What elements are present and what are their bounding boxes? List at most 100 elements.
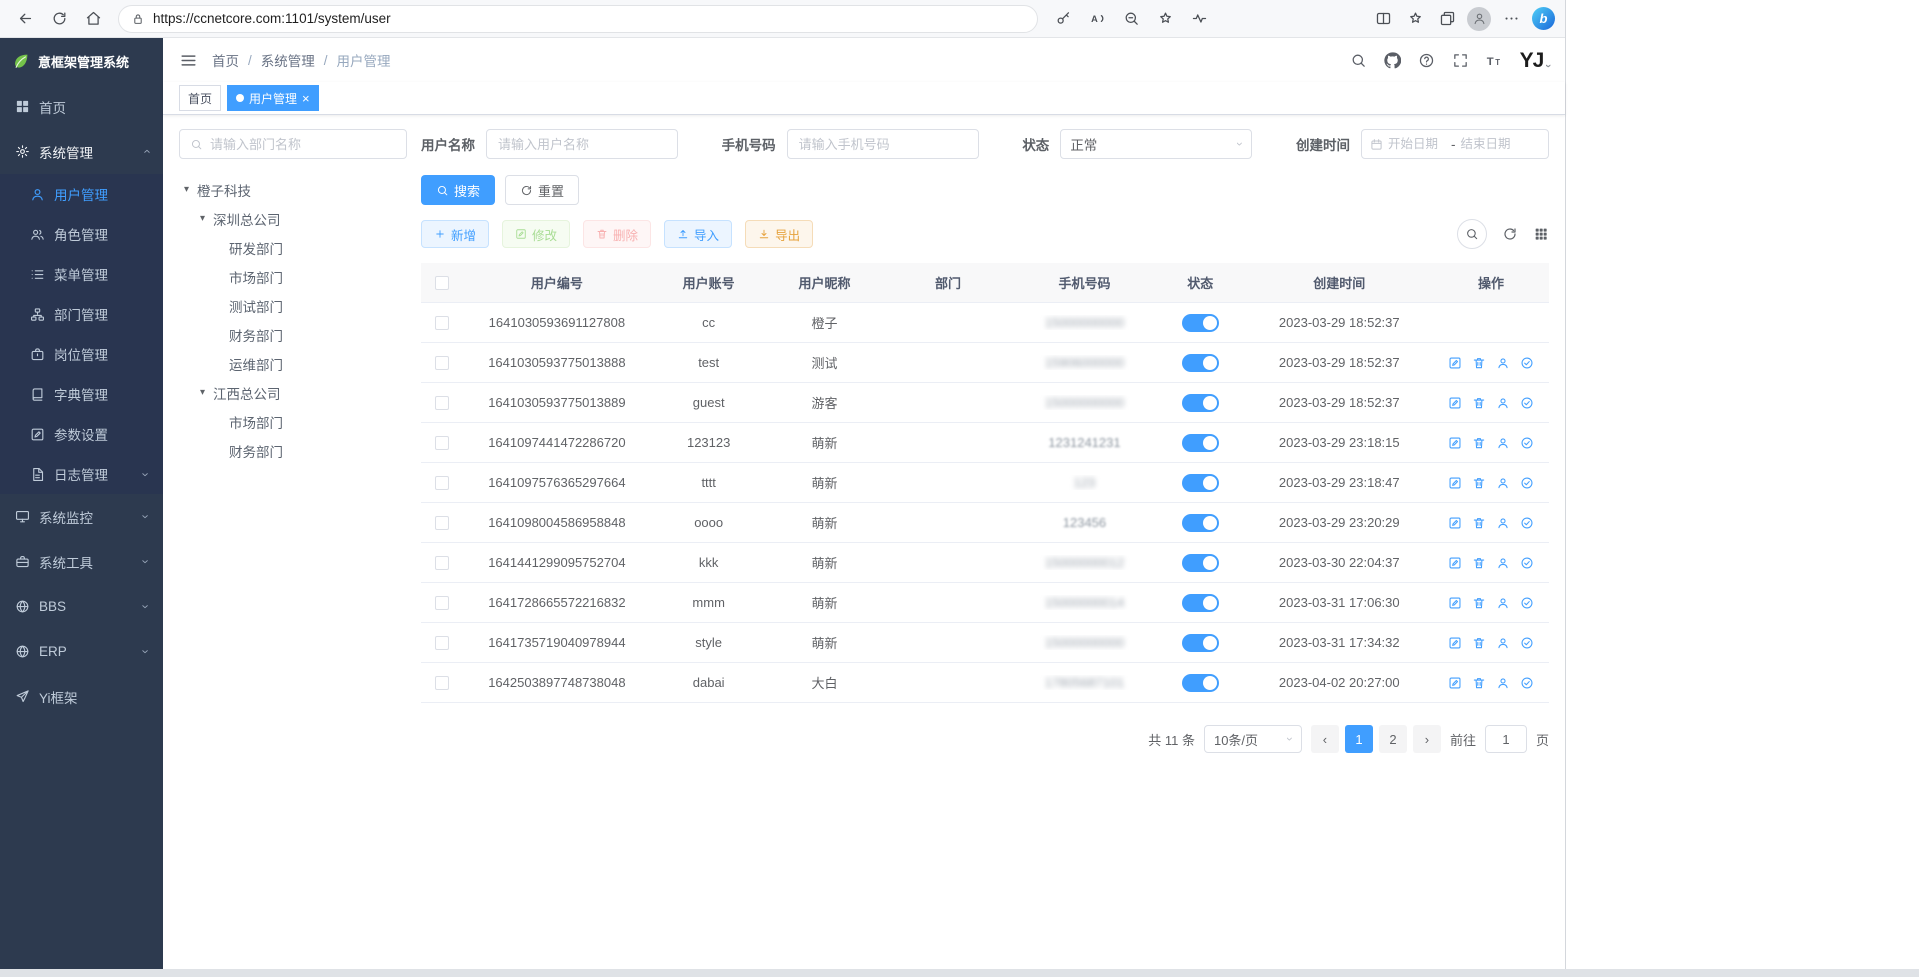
- row-assign-role-icon[interactable]: [1520, 356, 1534, 370]
- sidebar-item[interactable]: 部门管理: [0, 294, 163, 334]
- row-assign-role-icon[interactable]: [1520, 476, 1534, 490]
- font-size-icon[interactable]: TT: [1486, 52, 1503, 69]
- tree-node[interactable]: 市场部门: [179, 407, 407, 436]
- edit-button[interactable]: 修改: [502, 220, 570, 248]
- row-reset-password-icon[interactable]: [1496, 636, 1510, 650]
- row-checkbox[interactable]: [435, 676, 449, 690]
- row-reset-password-icon[interactable]: [1496, 356, 1510, 370]
- jump-page-input[interactable]: [1485, 725, 1527, 753]
- row-delete-icon[interactable]: [1472, 636, 1486, 650]
- sidebar-item[interactable]: 首页: [0, 84, 163, 129]
- sidebar-item[interactable]: 系统管理›: [0, 129, 163, 174]
- back-icon[interactable]: [10, 5, 40, 33]
- breadcrumb-home[interactable]: 首页: [212, 50, 239, 70]
- next-page-button[interactable]: ›: [1413, 725, 1441, 753]
- sidebar-item[interactable]: 日志管理›: [0, 454, 163, 494]
- read-aloud-icon[interactable]: A: [1082, 5, 1112, 33]
- tree-node[interactable]: ▾橙子科技: [179, 175, 407, 204]
- breadcrumb-system[interactable]: 系统管理: [261, 50, 315, 70]
- row-delete-icon[interactable]: [1472, 396, 1486, 410]
- home-icon[interactable]: [78, 5, 108, 33]
- row-checkbox[interactable]: [435, 316, 449, 330]
- delete-button[interactable]: 删除: [583, 220, 651, 248]
- table-refresh-icon[interactable]: [1502, 226, 1518, 242]
- end-date-input[interactable]: [1460, 137, 1518, 151]
- fullscreen-icon[interactable]: [1452, 52, 1469, 69]
- row-edit-icon[interactable]: [1448, 636, 1462, 650]
- tree-node[interactable]: ▾江西总公司: [179, 378, 407, 407]
- status-toggle[interactable]: [1182, 474, 1219, 492]
- table-search-icon[interactable]: [1457, 219, 1487, 249]
- row-checkbox[interactable]: [435, 556, 449, 570]
- row-assign-role-icon[interactable]: [1520, 676, 1534, 690]
- row-edit-icon[interactable]: [1448, 396, 1462, 410]
- sidebar-item[interactable]: 菜单管理: [0, 254, 163, 294]
- favorite-add-icon[interactable]: [1150, 5, 1180, 33]
- row-delete-icon[interactable]: [1472, 476, 1486, 490]
- row-reset-password-icon[interactable]: [1496, 436, 1510, 450]
- add-button[interactable]: 新增: [421, 220, 489, 248]
- collections-icon[interactable]: [1432, 5, 1462, 33]
- reload-icon[interactable]: [44, 5, 74, 33]
- username-input[interactable]: [486, 129, 678, 159]
- status-toggle[interactable]: [1182, 314, 1219, 332]
- row-checkbox[interactable]: [435, 396, 449, 410]
- collapse-sidebar-icon[interactable]: [179, 51, 198, 70]
- profile-avatar[interactable]: [1464, 5, 1494, 33]
- dept-search-input[interactable]: [210, 137, 396, 152]
- row-edit-icon[interactable]: [1448, 516, 1462, 530]
- user-avatar[interactable]: YJ ›: [1520, 50, 1549, 71]
- row-assign-role-icon[interactable]: [1520, 636, 1534, 650]
- row-assign-role-icon[interactable]: [1520, 516, 1534, 530]
- row-edit-icon[interactable]: [1448, 676, 1462, 690]
- date-range-picker[interactable]: -: [1361, 129, 1549, 159]
- tree-node[interactable]: 市场部门: [179, 262, 407, 291]
- phone-input[interactable]: [787, 129, 979, 159]
- row-delete-icon[interactable]: [1472, 356, 1486, 370]
- tree-node[interactable]: 财务部门: [179, 320, 407, 349]
- close-icon[interactable]: ×: [302, 92, 310, 105]
- status-toggle[interactable]: [1182, 594, 1219, 612]
- search-button[interactable]: 搜索: [421, 175, 495, 205]
- tree-node[interactable]: 测试部门: [179, 291, 407, 320]
- start-date-input[interactable]: [1388, 137, 1446, 151]
- search-icon[interactable]: [1350, 52, 1367, 69]
- page-button[interactable]: 1: [1345, 725, 1373, 753]
- row-assign-role-icon[interactable]: [1520, 436, 1534, 450]
- sidebar-item[interactable]: 参数设置: [0, 414, 163, 454]
- page-button[interactable]: 2: [1379, 725, 1407, 753]
- status-select[interactable]: 正常 ›: [1060, 129, 1252, 159]
- row-reset-password-icon[interactable]: [1496, 676, 1510, 690]
- status-toggle[interactable]: [1182, 674, 1219, 692]
- row-reset-password-icon[interactable]: [1496, 596, 1510, 610]
- column-settings-icon[interactable]: [1533, 226, 1549, 242]
- reset-button[interactable]: 重置: [505, 175, 579, 205]
- row-edit-icon[interactable]: [1448, 596, 1462, 610]
- row-delete-icon[interactable]: [1472, 676, 1486, 690]
- zoom-icon[interactable]: [1116, 5, 1146, 33]
- sidebar-item[interactable]: 字典管理: [0, 374, 163, 414]
- sidebar-item[interactable]: BBS›: [0, 584, 163, 629]
- browser-essentials-icon[interactable]: [1184, 5, 1214, 33]
- row-delete-icon[interactable]: [1472, 556, 1486, 570]
- status-toggle[interactable]: [1182, 434, 1219, 452]
- split-screen-icon[interactable]: [1368, 5, 1398, 33]
- status-toggle[interactable]: [1182, 354, 1219, 372]
- row-edit-icon[interactable]: [1448, 476, 1462, 490]
- address-bar[interactable]: https://ccnetcore.com:1101/system/user: [118, 5, 1038, 33]
- row-edit-icon[interactable]: [1448, 356, 1462, 370]
- row-edit-icon[interactable]: [1448, 436, 1462, 450]
- more-icon[interactable]: [1496, 5, 1526, 33]
- status-toggle[interactable]: [1182, 514, 1219, 532]
- sidebar-item[interactable]: 系统工具›: [0, 539, 163, 584]
- export-button[interactable]: 导出: [745, 220, 813, 248]
- row-delete-icon[interactable]: [1472, 516, 1486, 530]
- tree-node[interactable]: ▾深圳总公司: [179, 204, 407, 233]
- tree-node[interactable]: 运维部门: [179, 349, 407, 378]
- row-checkbox[interactable]: [435, 476, 449, 490]
- row-delete-icon[interactable]: [1472, 596, 1486, 610]
- row-checkbox[interactable]: [435, 596, 449, 610]
- tree-node[interactable]: 财务部门: [179, 436, 407, 465]
- app-logo[interactable]: 意框架管理系统: [0, 38, 163, 84]
- tree-node[interactable]: 研发部门: [179, 233, 407, 262]
